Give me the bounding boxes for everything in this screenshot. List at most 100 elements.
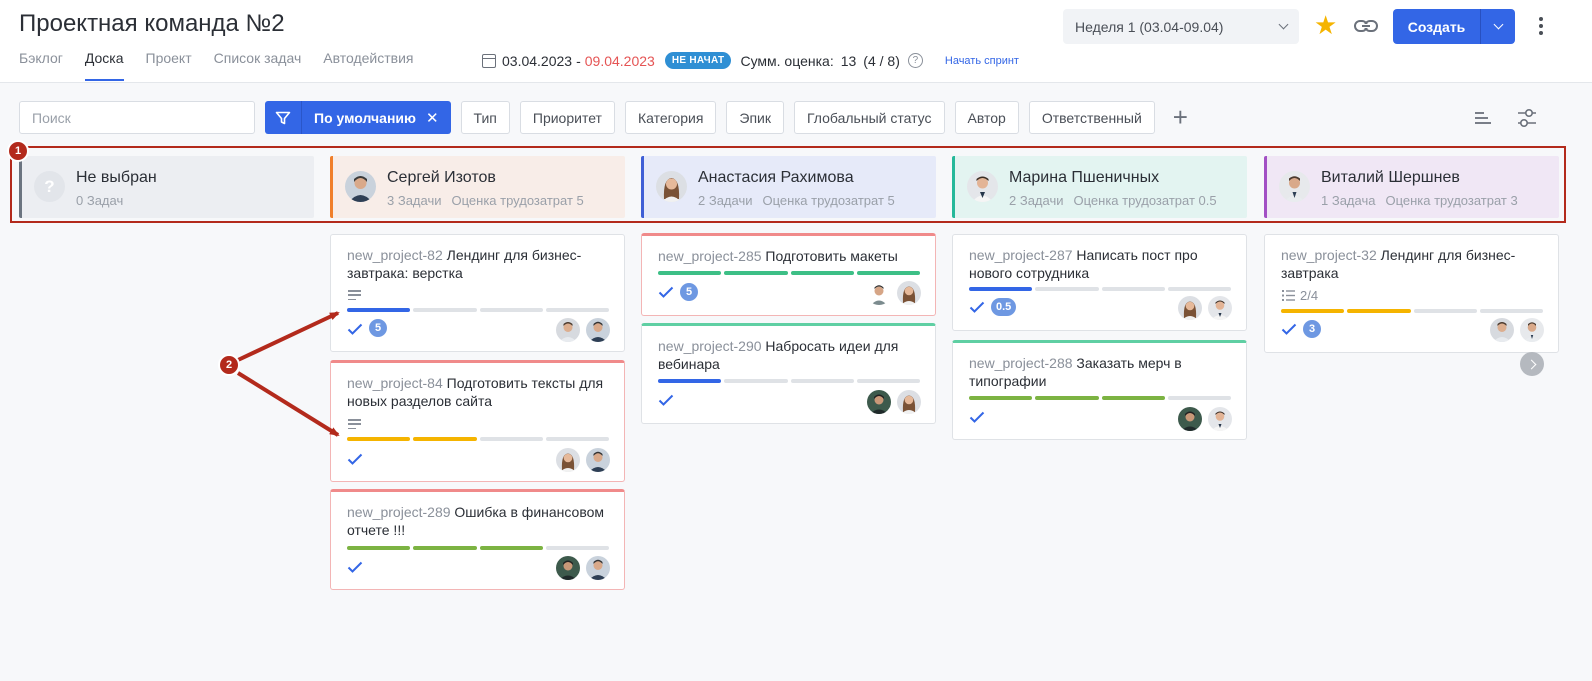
card-avatars (867, 390, 921, 414)
avatar[interactable] (1178, 407, 1202, 431)
filter-preset-label: По умолчанию (314, 109, 416, 126)
filter-author-button[interactable]: Автор (954, 101, 1019, 134)
check-icon[interactable] (347, 453, 363, 465)
sprint-date-start: 03.04.2023 (502, 52, 573, 69)
avatar[interactable] (867, 281, 891, 305)
card-key: new_project-32 (1281, 247, 1377, 263)
estimate-value: 13 (840, 52, 857, 69)
avatar[interactable] (1520, 318, 1544, 342)
link-icon[interactable] (1354, 16, 1378, 36)
avatar[interactable] (556, 556, 580, 580)
avatar[interactable] (897, 390, 921, 414)
tab-backlog[interactable]: Бэклог (19, 50, 63, 81)
card-avatars (1178, 407, 1232, 431)
progress-bar (347, 437, 609, 441)
task-card[interactable]: new_project-285 Подготовить макеты 5 (641, 233, 936, 316)
avatar[interactable] (586, 448, 610, 472)
create-button-label[interactable]: Создать (1393, 9, 1481, 44)
task-card[interactable]: new_project-289 Ошибка в финансовом отче… (330, 489, 625, 590)
chevron-right-icon (1526, 359, 1536, 369)
card-key: new_project-290 (658, 338, 762, 354)
add-filter-icon[interactable]: + (1173, 102, 1188, 133)
estimate-badge: 5 (369, 319, 387, 337)
estimate-badge: 0.5 (991, 298, 1017, 316)
card-key: new_project-289 (347, 504, 451, 520)
estimate-ratio: (4 / 8) (863, 52, 900, 69)
start-sprint-link[interactable]: Начать спринт (945, 55, 1019, 67)
check-icon[interactable] (347, 323, 363, 335)
card-title: new_project-32 Лендинг для бизнес-завтра… (1281, 246, 1545, 282)
description-icon (348, 290, 361, 300)
estimate-badge: 5 (680, 283, 698, 301)
settings-sliders-icon[interactable] (1517, 107, 1537, 129)
sort-icon[interactable] (1474, 110, 1492, 126)
task-card[interactable]: new_project-288 Заказать мерч в типограф… (952, 340, 1247, 440)
card-summary: Подготовить макеты (765, 248, 898, 264)
week-select[interactable]: Неделя 1 (03.04-09.04) (1063, 9, 1299, 44)
sprint-date-end: 09.04.2023 (584, 52, 655, 69)
sprint-info: 03.04.2023 - 09.04.2023 НЕ НАЧАТ Сумм. о… (482, 52, 1019, 69)
create-button[interactable]: Создать (1393, 9, 1515, 44)
task-card[interactable]: new_project-82 Лендинг для бизнес-завтра… (330, 234, 625, 352)
sprint-date-separator: - (576, 52, 581, 69)
create-dropdown-button[interactable] (1481, 9, 1515, 44)
filter-category-button[interactable]: Категория (624, 101, 717, 134)
filter-global-status-button[interactable]: Глобальный статус (794, 101, 945, 134)
tab-board[interactable]: Доска (84, 50, 124, 81)
tab-automations[interactable]: Автодействия (323, 50, 413, 81)
estimate-label: Сумм. оценка: (740, 52, 834, 69)
task-card[interactable]: new_project-287 Написать пост про нового… (952, 234, 1247, 331)
avatar[interactable] (897, 281, 921, 305)
annotation-marker-2: 2 (218, 354, 240, 376)
card-title: new_project-288 Заказать мерч в типограф… (969, 354, 1233, 390)
avatar[interactable] (867, 390, 891, 414)
card-title: new_project-287 Написать пост про нового… (969, 246, 1233, 282)
annotation-frame (10, 146, 1566, 223)
task-card[interactable]: new_project-84 Подготовить тексты для но… (330, 360, 625, 482)
filter-priority-button[interactable]: Приоритет (519, 101, 615, 134)
star-icon[interactable]: ★ (1314, 12, 1337, 38)
subtask-count: 2/4 (1300, 288, 1319, 303)
search-input[interactable] (19, 101, 255, 134)
card-title: new_project-84 Подготовить тексты для но… (347, 374, 611, 410)
chevron-down-icon (1278, 19, 1289, 30)
avatar[interactable] (586, 556, 610, 580)
filter-icon (265, 101, 302, 134)
card-avatars (556, 448, 610, 472)
avatar[interactable] (556, 318, 580, 342)
check-icon[interactable] (969, 301, 985, 313)
check-icon[interactable] (969, 411, 985, 423)
task-card[interactable]: new_project-290 Набросать идеи для вебин… (641, 323, 936, 424)
tab-task-list[interactable]: Список задач (214, 50, 302, 81)
avatar[interactable] (1490, 318, 1514, 342)
filter-assignee-button[interactable]: Ответственный (1028, 101, 1155, 134)
avatar[interactable] (556, 448, 580, 472)
week-select-value: Неделя 1 (03.04-09.04) (1075, 18, 1224, 35)
filter-epic-button[interactable]: Эпик (726, 101, 784, 134)
check-icon[interactable] (1281, 323, 1297, 335)
card-avatars (556, 318, 610, 342)
avatar[interactable] (586, 318, 610, 342)
task-card[interactable]: new_project-32 Лендинг для бизнес-завтра… (1264, 234, 1559, 353)
chevron-down-icon (1493, 19, 1503, 30)
scroll-right-button[interactable] (1520, 352, 1544, 376)
filter-preset-chip[interactable]: По умолчанию ✕ (265, 101, 451, 134)
filter-type-button[interactable]: Тип (460, 101, 510, 134)
card-title: new_project-290 Набросать идеи для вебин… (658, 337, 922, 373)
card-key: new_project-287 (969, 247, 1073, 263)
more-menu-icon[interactable] (1539, 17, 1543, 35)
check-icon[interactable] (658, 286, 674, 298)
close-icon[interactable]: ✕ (422, 109, 451, 127)
card-title: new_project-285 Подготовить макеты (658, 247, 922, 265)
card-key: new_project-84 (347, 375, 443, 391)
avatar[interactable] (1178, 296, 1202, 320)
card-key: new_project-288 (969, 355, 1073, 371)
help-icon[interactable]: ? (907, 53, 923, 68)
check-icon[interactable] (658, 394, 674, 406)
card-avatars (867, 281, 921, 305)
avatar[interactable] (1208, 407, 1232, 431)
avatar[interactable] (1208, 296, 1232, 320)
check-icon[interactable] (347, 561, 363, 573)
tab-project[interactable]: Проект (146, 50, 192, 81)
progress-bar (1281, 309, 1543, 313)
